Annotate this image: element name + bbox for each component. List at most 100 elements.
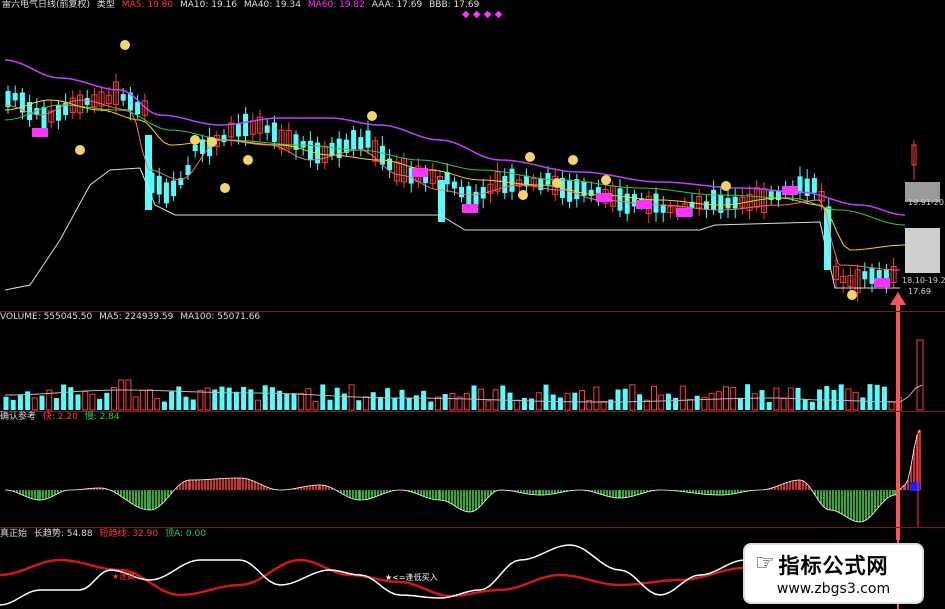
volume-bar: [111, 387, 117, 411]
signal-box: [596, 193, 612, 202]
volume-bar: [118, 379, 125, 411]
volume-bar: [75, 394, 81, 410]
volume-bar: [298, 393, 305, 411]
volume-bar: [169, 391, 175, 410]
volume-bar: [514, 399, 521, 411]
candle-body: [163, 182, 169, 204]
signal-box: [462, 204, 478, 213]
volume-ma-line: [4, 384, 923, 403]
candle-body: [351, 130, 357, 150]
volume-bar: [615, 389, 621, 410]
volume-bar: [241, 386, 247, 410]
volume-bar: [356, 400, 362, 410]
volume-bar: [449, 392, 456, 411]
main-legend: 雷六电气日线(前复权) 类型 MA5: 19.80 MA10: 19.16 MA…: [2, 0, 483, 11]
candle-body: [459, 186, 465, 198]
sell-annotation: ★逢高: [112, 572, 136, 581]
volume-bar: [463, 392, 470, 411]
candle-body: [797, 176, 803, 194]
volume-bar: [838, 384, 844, 410]
smiley-marker: [568, 155, 578, 165]
ma10-line: [4, 99, 906, 251]
smiley-marker: [207, 137, 217, 147]
candle-body: [451, 181, 457, 189]
volume-bar: [104, 392, 110, 410]
volume-bar: [284, 393, 290, 410]
volume-bar: [622, 388, 628, 410]
candle-body: [862, 271, 868, 280]
volume-bar: [557, 397, 563, 410]
volume-bar: [579, 389, 585, 411]
volume-bar: [204, 387, 211, 411]
smiley-marker: [220, 183, 230, 193]
watermark-url: www.zbgs3.com: [776, 581, 891, 597]
volume-bar: [348, 384, 355, 411]
smiley-marker: [518, 190, 528, 200]
volume-bar: [197, 389, 204, 411]
candle-body: [358, 137, 364, 150]
volume-bar: [219, 386, 225, 410]
volume-bar: [593, 386, 600, 411]
volume-bar: [161, 401, 167, 410]
volume-bar: [737, 397, 743, 410]
volume-bar: [132, 396, 139, 411]
candle-body: [725, 197, 731, 209]
volume-bar: [31, 397, 38, 411]
smiley-marker: [120, 40, 130, 50]
volume-bar: [39, 395, 45, 410]
separator-osc: [0, 527, 945, 528]
candle-body: [876, 270, 882, 279]
volume-bar: [413, 395, 419, 410]
buy-annotation: ★<=逢低买入: [385, 573, 438, 582]
volume-bar: [507, 392, 513, 410]
candle-body: [869, 268, 875, 284]
trend-top: 顶A: 0.00: [164, 529, 206, 539]
volume-bar: [809, 401, 815, 410]
main-title: 雷六电气日线(前复权): [2, 0, 91, 10]
volume-bar: [291, 393, 297, 410]
candle-body: [192, 145, 198, 152]
trend-long: 长趋势: 54.88: [33, 529, 93, 539]
trend-title: 真正始: [0, 529, 28, 539]
osc-slow: 慢: 2.84: [84, 412, 120, 422]
main-subtitle: 类型: [96, 0, 115, 10]
candle-body: [171, 180, 177, 197]
volume-bar: [802, 399, 808, 410]
top-marks: ◆ ◆ ◆ ◆: [462, 9, 503, 20]
volume-bar: [139, 390, 146, 411]
volume-bar: [53, 398, 59, 410]
volume-bar: [233, 391, 239, 410]
candle-body: [84, 98, 90, 105]
smiley-marker: [847, 290, 857, 300]
candle-body: [775, 191, 781, 201]
volume-bar: [485, 400, 492, 411]
osc-legend: 确认参考 快: 2.20 慢: 2.84: [0, 412, 124, 423]
volume-bar: [312, 400, 319, 411]
smiley-marker: [601, 175, 611, 185]
volume-bar: [867, 384, 873, 410]
smiley-marker: [243, 155, 253, 165]
price-label-low: 17.69: [908, 287, 931, 296]
aaa-value: AAA: 17.69: [371, 0, 423, 10]
volume-bar: [10, 399, 16, 410]
volume-bar: [226, 387, 232, 410]
volume-bar: [651, 385, 657, 411]
smiley-marker: [75, 145, 85, 155]
signal-box: [32, 128, 48, 137]
volume-bar: [745, 384, 751, 410]
candle-body: [264, 125, 270, 133]
candle-body: [221, 134, 227, 143]
volume-bar: [916, 339, 924, 411]
candle-body: [444, 172, 450, 185]
hand-pointer-icon: ☞: [755, 551, 775, 576]
candle-body: [365, 130, 371, 148]
volume-bar: [881, 386, 887, 410]
osc-fast: 快: 2.20: [42, 412, 78, 422]
volume-bar: [665, 393, 671, 410]
candle-body: [653, 193, 659, 213]
volume-bar: [715, 391, 722, 411]
candle-body: [120, 94, 126, 101]
volume-bar: [377, 396, 383, 410]
volume-bar: [780, 398, 787, 411]
oscillator-panel: [4, 429, 921, 523]
